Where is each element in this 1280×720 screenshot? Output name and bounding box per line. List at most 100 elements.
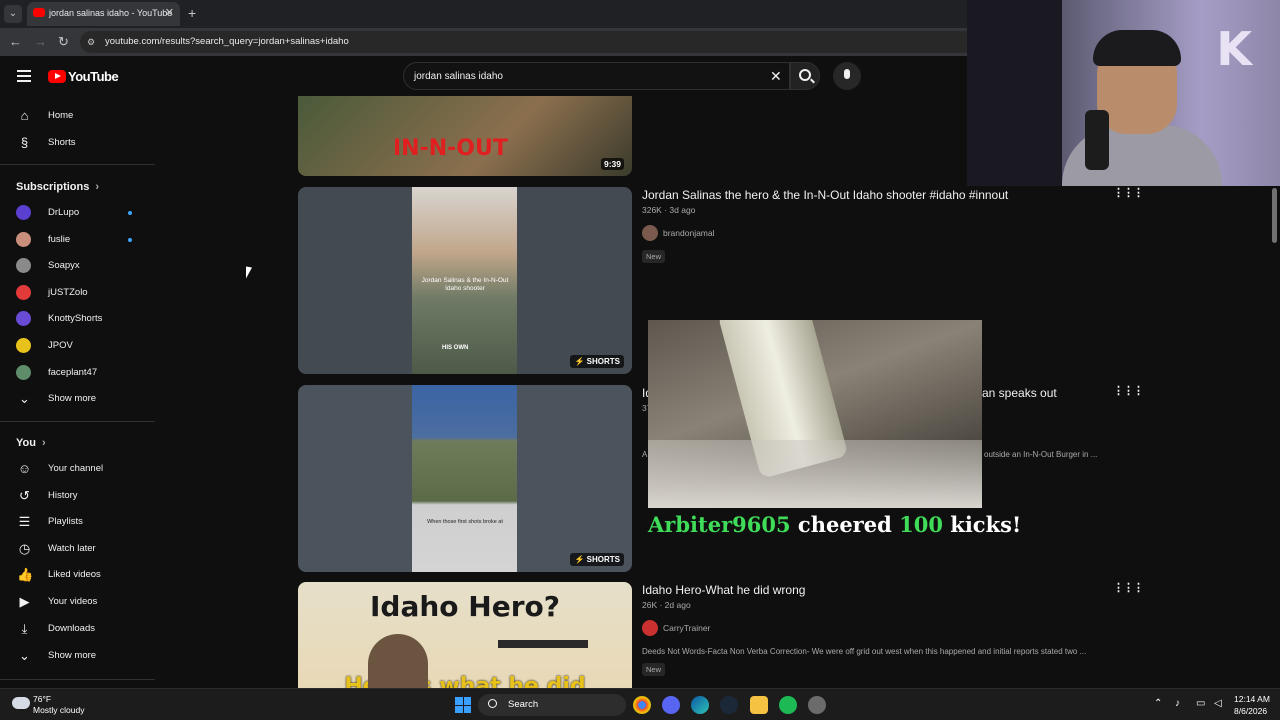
youtube-logo-icon[interactable] <box>48 70 66 83</box>
youtube-logo-text[interactable]: YouTube <box>68 69 119 84</box>
spotify-icon[interactable] <box>779 696 797 714</box>
webcam-microphone <box>1085 110 1109 170</box>
reload-button[interactable]: ↻ <box>58 34 69 50</box>
tab-close-icon[interactable]: ✕ <box>165 6 174 19</box>
video-thumbnail[interactable]: When those first shots broke at ⚡ SHORTS <box>298 385 632 572</box>
more-actions-icon[interactable]: ⋮⋮⋮ <box>1113 186 1144 199</box>
video-meta: 26K · 2d ago <box>642 600 691 610</box>
divider <box>0 164 155 165</box>
volume-icon[interactable]: ◁ <box>1214 698 1222 709</box>
webcam-logo: K <box>1216 22 1252 76</box>
more-actions-icon[interactable]: ⋮⋮⋮ <box>1113 581 1144 594</box>
sidebar-item-your-videos[interactable]: ▶ Your videos <box>0 589 155 615</box>
new-content-dot <box>128 211 132 215</box>
video-thumbnail[interactable]: IN-N-OUT 9:39 <box>298 96 632 176</box>
show-more-you[interactable]: ⌄ Show more <box>0 643 155 669</box>
sidebar-item-history[interactable]: ↺ History <box>0 483 155 509</box>
weather-temperature[interactable]: 76°F <box>33 694 51 704</box>
new-tab-button[interactable]: + <box>188 5 196 21</box>
clock-time[interactable]: 12:14 AM <box>1234 694 1270 704</box>
webcam-headphones <box>1093 30 1181 66</box>
sidebar-item-subscription[interactable]: jUSTZolo <box>0 280 155 306</box>
sidebar-item-subscription[interactable]: DrLupo <box>0 200 155 226</box>
shorts-badge: ⚡ SHORTS <box>570 355 624 368</box>
channel-avatar <box>16 205 31 220</box>
steam-icon[interactable] <box>720 696 738 714</box>
you-heading[interactable]: You › <box>16 437 46 449</box>
channel-name: brandonjamal <box>663 228 715 238</box>
sidebar-item-subscription[interactable]: JPOV <box>0 333 155 359</box>
sidebar-item-subscription[interactable]: KnottyShorts <box>0 306 155 332</box>
channel-avatar <box>16 284 31 300</box>
forward-button[interactable]: → <box>34 34 47 50</box>
sidebar-item-label: faceplant47 <box>48 366 98 378</box>
your-videos-icon: ▶ <box>19 594 30 609</box>
search-button[interactable] <box>790 62 820 90</box>
back-button[interactable]: ← <box>9 34 22 50</box>
edge-icon[interactable] <box>691 696 709 714</box>
tab-search-icon[interactable]: ⌄ <box>4 5 22 23</box>
network-icon[interactable]: ▭ <box>1196 698 1205 709</box>
webcam-background <box>967 0 1062 186</box>
webcam-overlay: K <box>967 0 1280 186</box>
sidebar-item-channel[interactable]: ☺ Your channel <box>0 456 155 482</box>
alert-verb: cheered <box>797 512 892 537</box>
subscriptions-heading[interactable]: Subscriptions › <box>16 181 99 193</box>
show-more-subscriptions[interactable]: ⌄ Show more <box>0 386 155 412</box>
search-query: jordan salinas idaho <box>414 71 503 82</box>
alert-unit: kicks! <box>950 512 1022 537</box>
video-thumbnail[interactable]: Jordan Salinas & the In-N-Out Idaho shoo… <box>298 187 632 374</box>
start-menu-icon[interactable] <box>455 697 471 713</box>
video-title[interactable]: Idaho Hero-What he did wrong <box>642 583 805 597</box>
scrollbar-track[interactable] <box>1270 186 1280 686</box>
site-info-icon[interactable]: ⚙ <box>87 36 99 48</box>
sidebar-item-subscription[interactable]: Soapyx <box>0 253 155 279</box>
sidebar-item-label: Shorts <box>48 137 76 148</box>
sidebar-item-label: JPOV <box>48 340 73 351</box>
search-icon <box>799 69 811 81</box>
menu-icon[interactable] <box>17 70 31 82</box>
file-explorer-icon[interactable] <box>750 696 768 714</box>
sidebar-item-shorts[interactable]: § Shorts <box>0 130 155 156</box>
search-icon <box>488 699 497 708</box>
more-actions-icon[interactable]: ⋮⋮⋮ <box>1113 384 1144 397</box>
alert-powder-graphic <box>648 440 982 508</box>
app-icon[interactable] <box>808 696 826 714</box>
weather-condition[interactable]: Mostly cloudy <box>33 705 85 715</box>
thumbnail-subtitle: Here is what he did <box>344 674 586 688</box>
sidebar-item-playlists[interactable]: ☰ Playlists <box>0 509 155 535</box>
scrollbar-thumb[interactable] <box>1272 188 1277 243</box>
chrome-icon[interactable] <box>633 696 651 714</box>
video-title[interactable]: Jordan Salinas the hero & the In-N-Out I… <box>642 188 1008 202</box>
sidebar-item-home[interactable]: ⌂ Home <box>0 103 155 129</box>
sidebar-item-subscription[interactable]: faceplant47 <box>0 360 155 386</box>
new-badge: New <box>642 663 666 676</box>
sidebar-item-subscription[interactable]: fuslie <box>0 227 155 253</box>
clear-search-icon[interactable]: ✕ <box>770 68 782 85</box>
thumbnail-text: IN-N-OUT <box>393 136 508 161</box>
sidebar-item-label: Your videos <box>48 596 98 607</box>
sidebar-item-label: Watch later <box>48 542 96 554</box>
thumbnail-caption: When those first shots broke at <box>427 519 503 525</box>
new-badge: New <box>642 250 666 263</box>
sidebar-item-label: Home <box>48 110 74 121</box>
voice-search-button[interactable] <box>833 62 861 90</box>
sidebar-item-like[interactable]: 👍 Liked videos <box>0 562 155 588</box>
weather-cloud-icon[interactable] <box>12 697 30 709</box>
microphone-tray-icon[interactable]: ♪ <box>1175 698 1180 709</box>
windows-taskbar: 76°F Mostly cloudy Search ⌃ ♪ ▭ ◁ 12:14 … <box>0 688 1280 720</box>
video-title-end[interactable]: an speaks out <box>982 386 1057 400</box>
video-thumbnail[interactable]: Idaho Hero? Here is what he did <box>298 582 632 688</box>
sidebar-item-watch-later[interactable]: ◷ Watch later <box>0 536 155 562</box>
new-content-dot <box>128 237 132 242</box>
thumbnail-caption: Jordan Salinas & the In-N-Out Idaho shoo… <box>421 277 509 292</box>
discord-icon[interactable] <box>662 696 680 714</box>
clock-date[interactable]: 8/6/2026 <box>1234 706 1267 716</box>
tray-overflow-icon[interactable]: ⌃ <box>1154 698 1162 709</box>
download-icon: ⤓ <box>21 620 28 636</box>
sidebar-item-download[interactable]: ⤓ Downloads <box>0 616 155 642</box>
taskbar-search[interactable]: Search <box>478 694 626 716</box>
browser-tab[interactable]: jordan salinas idaho - YouTube ✕ <box>27 2 180 26</box>
sidebar-item-label: Downloads <box>48 622 95 634</box>
search-input[interactable]: jordan salinas idaho ✕ <box>403 62 790 90</box>
